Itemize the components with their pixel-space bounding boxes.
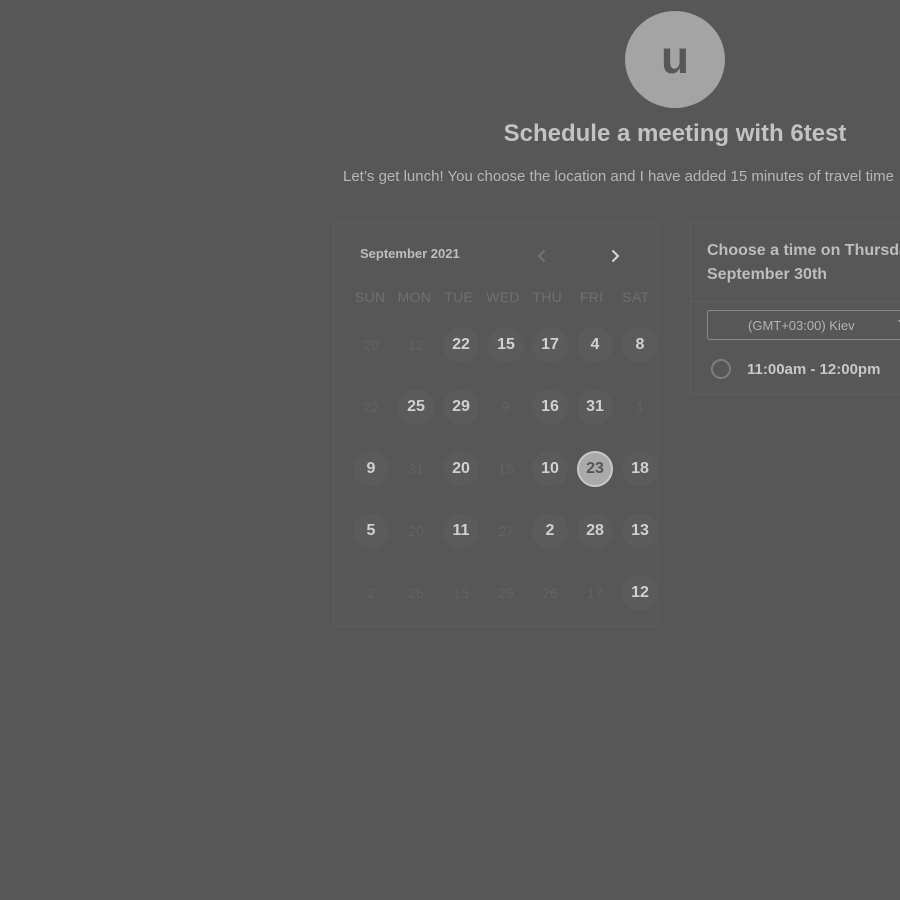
page-title: Schedule a meeting with 6test <box>503 120 847 147</box>
time-panel-heading: Choose a time on Thursday, September 30t… <box>707 239 900 287</box>
avatar-initial: u <box>660 30 690 83</box>
calendar-day[interactable]: 16 <box>532 389 568 425</box>
calendar-day: 15 <box>453 585 469 601</box>
calendar-day: 17 <box>587 585 603 601</box>
calendar-day[interactable]: 12 <box>622 575 658 611</box>
weekday-label: SAT <box>622 289 650 305</box>
weekday-label: FRI <box>579 289 604 305</box>
date-picker-calendar: September 2021 SUN MON TUE WED THU FRI S… <box>333 222 658 627</box>
weekday-label: MON <box>397 289 432 305</box>
calendar-day[interactable]: 9 <box>353 451 389 487</box>
chevron-left-icon <box>538 250 545 262</box>
calendar-day: 1 <box>636 399 644 415</box>
calendar-day[interactable]: 15 <box>488 327 524 363</box>
radio-icon[interactable] <box>711 359 731 379</box>
chevron-right-icon <box>612 250 619 262</box>
calendar-day[interactable]: 17 <box>532 327 568 363</box>
calendar-month-label: September 2021 <box>360 246 460 261</box>
weekday-label: WED <box>486 289 520 305</box>
calendar-day: 9 <box>502 399 510 415</box>
calendar-day: 20 <box>408 523 424 539</box>
meeting-description: Let’s get lunch! You choose the location… <box>343 168 894 185</box>
calendar-day[interactable]: 11 <box>443 513 479 549</box>
timezone-value: (GMT+03:00) Kiev <box>748 317 855 333</box>
weekday-label: TUE <box>444 289 474 305</box>
calendar-day[interactable]: 4 <box>577 327 613 363</box>
calendar-day: 2 <box>367 585 375 601</box>
weekday-label: SUN <box>354 289 386 305</box>
calendar-day: 25 <box>408 585 424 601</box>
calendar-day[interactable]: 28 <box>577 513 613 549</box>
calendar-day[interactable]: 8 <box>622 327 658 363</box>
calendar-day-selected[interactable]: 23 <box>577 451 613 487</box>
calendar-day[interactable]: 25 <box>398 389 434 425</box>
time-panel-heading-line2: September 30th <box>707 266 828 283</box>
calendar-day[interactable]: 20 <box>443 451 479 487</box>
calendar-day: 29 <box>498 585 514 601</box>
calendar-day[interactable]: 10 <box>532 451 568 487</box>
booking-page: u Schedule a meeting with 6test Let’s ge… <box>0 0 900 900</box>
calendar-day: 22 <box>363 399 379 415</box>
time-slot-option[interactable]: 11:00am - 12:00pm <box>711 359 880 379</box>
calendar-day[interactable]: 13 <box>622 513 658 549</box>
calendar-day[interactable]: 31 <box>577 389 613 425</box>
calendar-day: 31 <box>408 461 424 477</box>
calendar-day[interactable]: 5 <box>353 513 389 549</box>
calendar-day[interactable]: 29 <box>443 389 479 425</box>
time-slot-panel: Choose a time on Thursday, September 30t… <box>690 222 900 395</box>
calendar-day[interactable]: 18 <box>622 451 658 487</box>
previous-month-button[interactable] <box>531 245 553 267</box>
calendar-day[interactable]: 22 <box>443 327 479 363</box>
next-month-button[interactable] <box>604 245 626 267</box>
avatar: u <box>625 11 725 108</box>
calendar-day: 27 <box>498 523 514 539</box>
calendar-day: 12 <box>408 337 424 353</box>
divider <box>691 301 900 302</box>
weekday-label: THU <box>532 289 563 305</box>
weekday-header: SUN MON TUE WED THU FRI SAT <box>348 289 658 305</box>
calendar-day: 20 <box>363 337 379 353</box>
time-panel-heading-line1: Choose a time on Thursday, <box>707 242 900 259</box>
calendar-day: 15 <box>498 461 514 477</box>
timezone-select[interactable]: (GMT+03:00) Kiev <box>707 310 900 340</box>
calendar-day: 26 <box>542 585 558 601</box>
calendar-day[interactable]: 2 <box>532 513 568 549</box>
time-slot-label: 11:00am - 12:00pm <box>747 360 881 378</box>
